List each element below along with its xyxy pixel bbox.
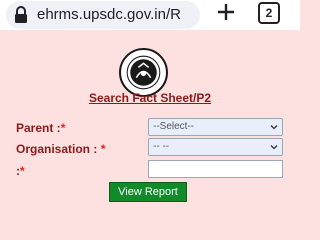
page-title: Search Fact Sheet/P2	[88, 91, 212, 105]
organisation-select-value: -- --	[153, 141, 170, 152]
organisation-select[interactable]: -- --	[148, 138, 283, 156]
lock-icon	[15, 6, 27, 23]
url-text: ehrms.upsdc.gov.in/R	[37, 6, 181, 23]
plus-icon[interactable]	[215, 1, 237, 23]
view-report-button[interactable]: View Report	[109, 182, 187, 202]
parent-select[interactable]: --Select--	[148, 118, 283, 136]
parent-label: Parent :*	[16, 121, 65, 135]
third-field-input[interactable]	[148, 160, 283, 178]
chevron-down-icon	[270, 125, 278, 130]
organisation-label: Organisation : *	[16, 142, 105, 156]
page-content: Search Fact Sheet/P2 Parent :* --Select-…	[0, 30, 300, 239]
parent-select-value: --Select--	[153, 121, 195, 132]
address-bar[interactable]: ehrms.upsdc.gov.in/R	[6, 1, 200, 29]
parent-label-text: Parent :	[16, 121, 61, 135]
required-marker: *	[20, 164, 25, 178]
third-field-label: :*	[16, 164, 25, 178]
tab-count-icon[interactable]: 2	[258, 2, 280, 24]
required-marker: *	[60, 121, 66, 135]
chevron-down-icon	[270, 145, 278, 150]
organisation-label-text: Organisation :	[16, 142, 101, 156]
required-marker: *	[100, 142, 106, 156]
